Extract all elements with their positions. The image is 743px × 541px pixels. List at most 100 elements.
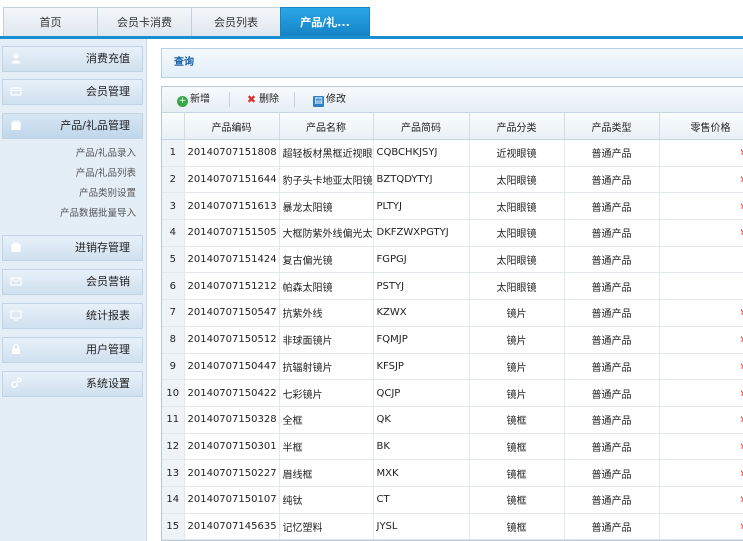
cell-price: ￥68 <box>659 486 743 513</box>
cell-abbr: BK <box>373 433 469 460</box>
table-row[interactable]: 620140707151212帕森太阳镜PSTYJ太阳眼镜普通产品￥9 <box>162 273 743 300</box>
sidebar-item-label: 用户管理 <box>86 338 130 362</box>
sidebar-item-member-marketing[interactable]: 会员营销 <box>2 269 143 295</box>
table-row[interactable]: 520140707151424复古偏光镜FGPGJ太阳眼镜普通产品￥9 <box>162 246 743 273</box>
delete-button[interactable]: ✖删除 <box>246 92 279 107</box>
cell-code: 20140707145635 <box>184 513 279 540</box>
table-row[interactable]: 120140707151808超轻板材黑框近视眼CQBCHKJSYJ近视眼镜普通… <box>162 140 743 167</box>
sidebar-item-user-management[interactable]: 用户管理 <box>2 337 143 363</box>
table-row[interactable]: 1020140707150422七彩镜片QCJP镜片普通产品￥58 <box>162 380 743 407</box>
cell-price: ￥58 <box>659 353 743 380</box>
table-row[interactable]: 1420140707150107纯钛CT镜框普通产品￥68 <box>162 486 743 513</box>
gift-icon <box>9 119 23 133</box>
edit-label: 修改 <box>326 94 346 105</box>
sidebar-item-label: 进销存管理 <box>75 236 130 260</box>
row-number: 6 <box>162 273 184 300</box>
submenu-category-settings[interactable]: 产品类别设置 <box>0 184 136 204</box>
cell-price: ￥23 <box>659 193 743 220</box>
sidebar-item-reports[interactable]: 统计报表 <box>2 303 143 329</box>
query-panel[interactable]: 查询 <box>161 48 743 78</box>
gift-icon <box>9 241 23 255</box>
cell-type: 普通产品 <box>564 246 659 273</box>
cell-abbr: FQMJP <box>373 326 469 353</box>
row-number: 1 <box>162 140 184 167</box>
table-row[interactable]: 320140707151613暴龙太阳镜PLTYJ太阳眼镜普通产品￥23 <box>162 193 743 220</box>
cell-name: 大框防紫外线偏光太 <box>279 220 373 247</box>
tab-home[interactable]: 首页 <box>3 7 98 36</box>
top-tab-bar: 首页 会员卡消费 会员列表 产品/礼... <box>0 0 743 39</box>
cell-price: ￥35 <box>659 433 743 460</box>
sidebar-item-consume-recharge[interactable]: 消费充值 <box>2 46 143 72</box>
delete-icon: ✖ <box>246 94 257 105</box>
tab-member-list[interactable]: 会员列表 <box>191 7 281 36</box>
user-icon <box>9 52 23 66</box>
cell-type: 普通产品 <box>564 406 659 433</box>
cell-type: 普通产品 <box>564 193 659 220</box>
row-number: 2 <box>162 166 184 193</box>
chart-icon <box>9 309 23 323</box>
row-number: 9 <box>162 353 184 380</box>
sidebar-item-system-settings[interactable]: 系统设置 <box>2 371 143 397</box>
cell-code: 20140707150328 <box>184 406 279 433</box>
save-icon: ▤ <box>313 96 324 107</box>
row-number: 11 <box>162 406 184 433</box>
cell-code: 20140707151644 <box>184 166 279 193</box>
cell-code: 20140707151613 <box>184 193 279 220</box>
submenu-product-entry[interactable]: 产品/礼品录入 <box>0 144 136 164</box>
column-header-name[interactable]: 产品名称 <box>279 113 373 140</box>
toolbar-divider <box>294 92 295 107</box>
table-row[interactable]: 820140707150512非球面镜片FQMJP镜片普通产品￥26 <box>162 326 743 353</box>
cell-price: ￥26 <box>659 326 743 353</box>
sidebar-item-member-management[interactable]: 会员管理 <box>2 79 143 105</box>
sidebar-item-label: 统计报表 <box>86 304 130 328</box>
cell-abbr: PSTYJ <box>373 273 469 300</box>
query-title[interactable]: 查询 <box>174 49 194 77</box>
sidebar-item-label: 会员管理 <box>86 80 130 104</box>
sidebar-item-inventory[interactable]: 进销存管理 <box>2 235 143 261</box>
table-row[interactable]: 220140707151644豹子头卡地亚太阳镜BZTQDYTYJ太阳眼镜普通产… <box>162 166 743 193</box>
cell-name: 全框 <box>279 406 373 433</box>
add-button[interactable]: +新增 <box>177 92 210 107</box>
cell-code: 20140707151505 <box>184 220 279 247</box>
table-row[interactable]: 1120140707150328全框QK镜框普通产品￥68 <box>162 406 743 433</box>
table-row[interactable]: 1520140707145635记忆塑料JYSL镜框普通产品￥26 <box>162 513 743 540</box>
table-row[interactable]: 1220140707150301半框BK镜框普通产品￥35 <box>162 433 743 460</box>
cell-name: 豹子头卡地亚太阳镜 <box>279 166 373 193</box>
delete-label: 删除 <box>259 94 279 105</box>
cell-name: 帕森太阳镜 <box>279 273 373 300</box>
column-header-code[interactable]: 产品编码 <box>184 113 279 140</box>
table-row[interactable]: 920140707150447抗辐射镜片KFSJP镜片普通产品￥58 <box>162 353 743 380</box>
add-icon: + <box>177 96 188 107</box>
cell-category: 镜框 <box>469 513 564 540</box>
tab-member-card-consume[interactable]: 会员卡消费 <box>97 7 192 36</box>
table-row[interactable]: 1320140707150227眉线框MXK镜框普通产品￥35 <box>162 460 743 487</box>
cell-name: 记忆塑料 <box>279 513 373 540</box>
table-row[interactable]: 720140707150547抗紫外线KZWX镜片普通产品￥58 <box>162 300 743 327</box>
column-header-type[interactable]: 产品类型 <box>564 113 659 140</box>
submenu-bulk-import[interactable]: 产品数据批量导入 <box>0 204 136 224</box>
column-header-abbr[interactable]: 产品简码 <box>373 113 469 140</box>
row-number: 4 <box>162 220 184 247</box>
tab-products-gifts[interactable]: 产品/礼... <box>280 7 370 36</box>
cell-type: 普通产品 <box>564 486 659 513</box>
cell-category: 镜片 <box>469 380 564 407</box>
product-table: 产品编码 产品名称 产品简码 产品分类 产品类型 零售价格 1201407071… <box>162 113 743 540</box>
column-header-price[interactable]: 零售价格 <box>659 113 743 140</box>
cell-type: 普通产品 <box>564 273 659 300</box>
column-header-category[interactable]: 产品分类 <box>469 113 564 140</box>
cell-name: 七彩镜片 <box>279 380 373 407</box>
cell-price: ￥9 <box>659 273 743 300</box>
edit-button[interactable]: ▤修改 <box>313 92 346 107</box>
cell-category: 镜框 <box>469 460 564 487</box>
cell-name: 复古偏光镜 <box>279 246 373 273</box>
cell-type: 普通产品 <box>564 220 659 247</box>
cell-code: 20140707151212 <box>184 273 279 300</box>
sidebar-item-products-gifts[interactable]: 产品/礼品管理 <box>2 113 143 139</box>
row-number: 8 <box>162 326 184 353</box>
cell-category: 太阳眼镜 <box>469 193 564 220</box>
gear-icon <box>9 377 23 391</box>
cell-code: 20140707150107 <box>184 486 279 513</box>
table-row[interactable]: 420140707151505大框防紫外线偏光太DKFZWXPGTYJ太阳眼镜普… <box>162 220 743 247</box>
submenu-product-list[interactable]: 产品/礼品列表 <box>0 164 136 184</box>
row-number: 15 <box>162 513 184 540</box>
